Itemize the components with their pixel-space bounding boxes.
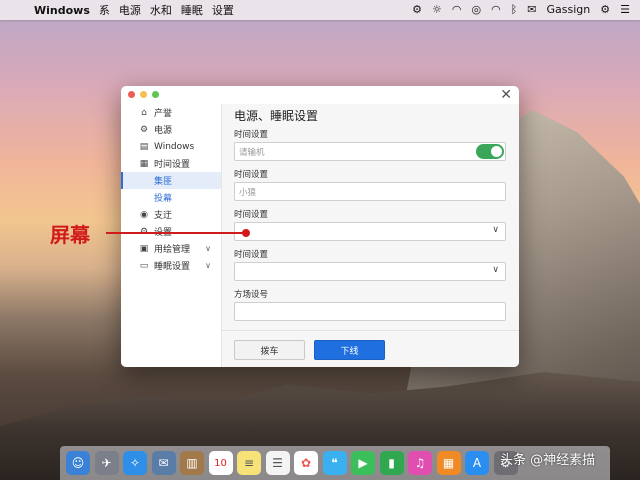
chevron-down-icon: ∨ (492, 225, 499, 235)
select-dropdown[interactable]: ∨ (234, 222, 506, 241)
minimize-window-button[interactable] (140, 91, 147, 98)
menu-app-name[interactable]: Windows (34, 4, 90, 17)
sidebar-subitem-active[interactable]: 集匪 (121, 172, 221, 189)
menu-bar: Windows 系 电源 水和 睡眠 设置 ⚙ ☼ ◠ ◎ ◠ ᛒ ✉ Gass… (0, 0, 640, 20)
sidebar-item-label: 支迂 (154, 211, 173, 221)
document-icon: ▤ (139, 141, 149, 152)
field-label: 时间设置 (234, 170, 269, 180)
battery-icon: ▭ (139, 260, 149, 271)
settings-window: ✕ ⌂ 产誉 ⚙ 电源 ▤ Windows ▦ 时间设置 集匪 投幕 ◉ 支迂 … (121, 86, 519, 367)
settings-icon[interactable]: ⚙ (600, 3, 610, 17)
itunes-icon[interactable]: ♫ (408, 451, 432, 475)
notes-icon[interactable]: ≡ (237, 451, 261, 475)
brightness-icon[interactable]: ☼ (432, 3, 442, 17)
menu-item-1[interactable]: 系 (99, 2, 110, 18)
chevron-down-icon: ∨ (492, 265, 499, 275)
finder-icon[interactable]: ☺ (66, 451, 90, 475)
grid-icon: ▣ (139, 243, 149, 254)
home-icon: ⌂ (141, 107, 147, 118)
form: 时间设置 请输机 时间设置 小猿 时间设置 ∨ 时间设置 ∨ 方场设号 (234, 129, 507, 329)
annotation-dot (242, 229, 250, 237)
numbers-icon[interactable]: ▮ (379, 451, 404, 475)
close-icon[interactable]: ✕ (500, 87, 512, 103)
text-input[interactable] (234, 302, 506, 321)
sidebar-subitem-screen[interactable]: 投幕 (121, 189, 221, 206)
stamp-icon[interactable]: ✉ (151, 451, 176, 475)
safari-icon[interactable]: ✧ (123, 451, 147, 475)
sidebar-item-support[interactable]: ◉ 支迂 (121, 206, 221, 223)
bluetooth-icon[interactable]: ᛒ (511, 3, 518, 17)
cancel-button[interactable]: 拨车 (234, 340, 305, 360)
sidebar-item-power[interactable]: ⚙ 电源 (121, 121, 221, 138)
sidebar-item-label: 睡眠设置 (154, 262, 191, 272)
watermark: 头条 @神经素描 (500, 453, 596, 468)
books-icon[interactable]: ▦ (436, 451, 461, 475)
close-window-button[interactable] (128, 91, 135, 98)
field-placeholder: 小猿 (239, 188, 257, 198)
main-panel: 电源、睡眠设置 时间设置 请输机 时间设置 小猿 时间设置 ∨ 时间设置 ∨ 方… (222, 104, 519, 367)
text-input[interactable]: 小猿 (234, 182, 506, 201)
sidebar-item-home[interactable]: ⌂ 产誉 (121, 104, 221, 121)
airplay-icon[interactable]: ⚙ (412, 3, 422, 17)
annotation-label: 屏幕 (50, 223, 90, 247)
gear-icon: ⚙ (139, 124, 149, 135)
toggle-field[interactable]: 请输机 (234, 142, 506, 161)
messages-icon[interactable]: ❝ (322, 451, 347, 475)
sidebar-item-label: 电源 (154, 126, 173, 136)
field-label: 方场设号 (234, 290, 269, 300)
field-placeholder: 请输机 (239, 148, 265, 158)
sidebar-item-label: 时间设置 (154, 160, 191, 170)
toggle-switch[interactable] (476, 144, 504, 159)
mail-icon[interactable]: ✉ (527, 3, 536, 17)
sidebar-item-label: 产誉 (154, 109, 173, 119)
sidebar-item-time[interactable]: ▦ 时间设置 (121, 155, 221, 172)
status-area: ⚙ ☼ ◠ ◎ ◠ ᛒ ✉ Gassign ⚙ ☰ (402, 3, 630, 17)
sidebar: ⌂ 产誉 ⚙ 电源 ▤ Windows ▦ 时间设置 集匪 投幕 ◉ 支迂 ⚙ … (121, 104, 222, 367)
sidebar-item-windows[interactable]: ▤ Windows (121, 138, 221, 155)
window-controls (128, 91, 164, 98)
photos-icon[interactable]: ✿ (294, 451, 318, 475)
zoom-window-button[interactable] (152, 91, 159, 98)
sidebar-item-label: 集匪 (154, 177, 173, 187)
apple-icon[interactable] (12, 3, 26, 17)
field-label: 时间设置 (234, 250, 269, 260)
divider (222, 330, 519, 331)
chevron-down-icon: ∨ (205, 261, 211, 270)
location-icon[interactable]: ◎ (471, 3, 481, 17)
menu-item-3[interactable]: 水和 (150, 2, 172, 18)
sidebar-item-label: Windows (154, 141, 195, 152)
sidebar-item-user-management[interactable]: ▣ 用绘管理 ∨ (121, 240, 221, 257)
sidebar-item-sleep-settings[interactable]: ▭ 睡眠设置 ∨ (121, 257, 221, 274)
sidebar-item-label: 用绘管理 (154, 245, 191, 255)
user-name[interactable]: Gassign (547, 3, 591, 17)
confirm-button[interactable]: 下线 (314, 340, 385, 360)
annotation-line (106, 232, 246, 234)
menu-item-2[interactable]: 电源 (119, 2, 141, 18)
notes-book-icon[interactable]: ▥ (180, 451, 204, 475)
chevron-down-icon: ∨ (205, 244, 211, 253)
location-icon: ◉ (140, 209, 148, 220)
launchpad-icon[interactable]: ✈ (94, 451, 119, 475)
select-dropdown[interactable]: ∨ (234, 262, 506, 281)
sidebar-item-label: 投幕 (154, 194, 173, 204)
field-label: 时间设置 (234, 130, 269, 140)
menu-item-4[interactable]: 睡眠 (181, 2, 203, 18)
wifi-icon[interactable]: ◠ (491, 3, 501, 17)
appstore-icon[interactable]: A (465, 451, 489, 475)
list-icon[interactable]: ☰ (620, 3, 630, 17)
menu-item-5[interactable]: 设置 (212, 2, 234, 18)
calendar-icon[interactable]: 10 (208, 451, 233, 475)
page-title: 电源、睡眠设置 (234, 109, 319, 123)
wifi-icon[interactable]: ◠ (452, 3, 462, 17)
calendar-icon: ▦ (139, 158, 149, 169)
reminders-icon[interactable]: ☰ (265, 451, 290, 475)
facetime-icon[interactable]: ▶ (351, 451, 375, 475)
field-label: 时间设置 (234, 210, 269, 220)
